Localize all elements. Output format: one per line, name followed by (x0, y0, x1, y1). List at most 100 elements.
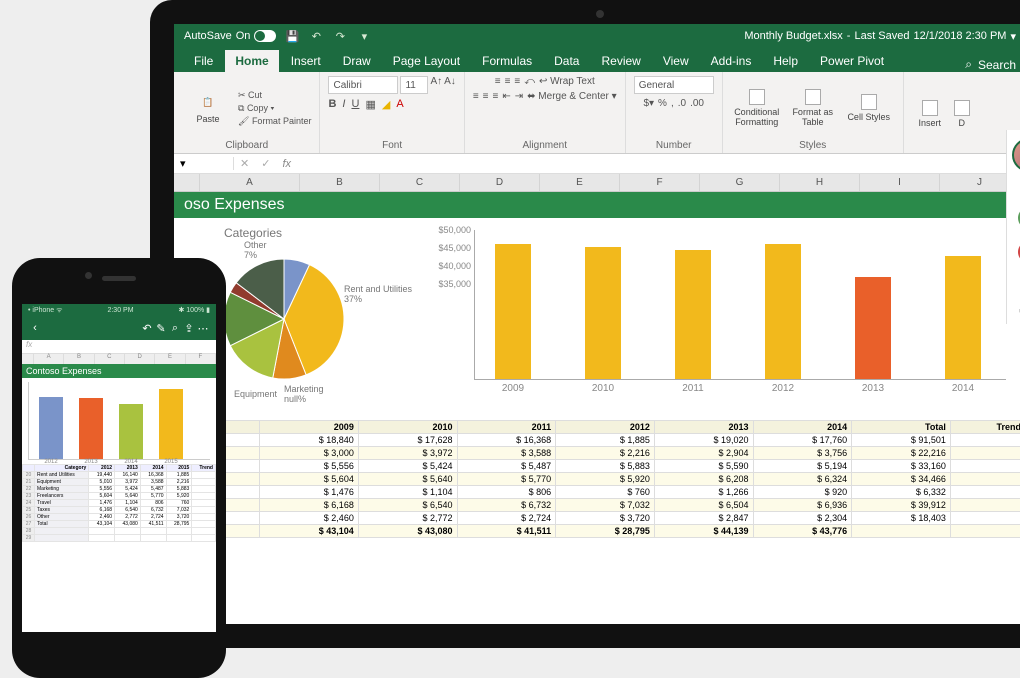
qat-dropdown-icon[interactable]: ▾ (356, 30, 372, 43)
user-avatar[interactable] (1012, 138, 1020, 172)
tab-draw[interactable]: Draw (333, 50, 381, 72)
select-all-corner[interactable] (174, 174, 200, 191)
x-tick: 2011 (682, 383, 704, 394)
pie-label: Other7% (244, 240, 267, 260)
number-format-dropdown[interactable]: General (634, 76, 714, 94)
col-header[interactable]: G (700, 174, 780, 191)
tab-page-layout[interactable]: Page Layout (383, 50, 470, 72)
bold-button[interactable]: B (328, 98, 336, 111)
format-as-table-button[interactable]: Format as Table (787, 89, 839, 127)
tab-insert[interactable]: Insert (281, 50, 331, 72)
font-size-dropdown[interactable]: 11 (400, 76, 428, 94)
inc-decimal-icon[interactable]: .0 (678, 98, 686, 109)
y-tick: $35,000 (438, 279, 475, 289)
tab-file[interactable]: File (184, 50, 223, 72)
align-top-icon[interactable]: ≡ (495, 76, 501, 87)
undo-icon[interactable]: ↶ (308, 30, 324, 43)
indent-left-icon[interactable]: ⇤ (502, 91, 510, 102)
align-mid-icon[interactable]: ≡ (505, 76, 511, 87)
share-icon[interactable]: ⇪ (182, 322, 196, 335)
expense-table[interactable]: 200920102011201220132014TotalTrendUtilit… (174, 420, 1020, 538)
mobile-fx-bar[interactable]: fx (22, 340, 216, 354)
pie-label: Equipment (234, 389, 277, 399)
tab-view[interactable]: View (653, 50, 699, 72)
search-icon[interactable]: ⌕ (168, 322, 182, 335)
ribbon-group-styles: Conditional Formatting Format as Table C… (723, 72, 904, 153)
col-header[interactable]: D (460, 174, 540, 191)
ribbon-group-font: Calibri 11 A↑ A↓ B I U ▦ ◢ A Font (320, 72, 464, 153)
fx-icon[interactable]: fx (276, 158, 297, 170)
col-header[interactable]: A (200, 174, 300, 191)
comma-icon[interactable]: , (671, 98, 674, 109)
indent-right-icon[interactable]: ⇥ (515, 91, 523, 102)
tab-formulas[interactable]: Formulas (472, 50, 542, 72)
font-name-dropdown[interactable]: Calibri (328, 76, 398, 94)
excel-mobile: • iPhone ᯤ 2:30 PM ✱ 100% ▮ ‹ ↶ ✎ ⌕ ⇪ ⋯ … (22, 304, 216, 632)
format-painter-button[interactable]: 🖌 Format Painter (238, 116, 311, 127)
mobile-sheet-title: Contoso Expenses (22, 364, 216, 378)
tab-add-ins[interactable]: Add-ins (701, 50, 762, 72)
tab-help[interactable]: Help (763, 50, 808, 72)
draw-icon[interactable]: ✎ (154, 322, 168, 335)
wrap-text-button[interactable]: ↩ Wrap Text (539, 76, 595, 87)
dec-decimal-icon[interactable]: .00 (690, 98, 704, 109)
cut-button[interactable]: ✂ Cut (238, 90, 311, 101)
search-icon[interactable]: ⌕ (965, 57, 972, 72)
enter-formula-icon[interactable]: ✓ (255, 157, 276, 170)
undo-icon[interactable]: ↶ (140, 322, 154, 335)
name-box[interactable]: ▾ (174, 157, 234, 170)
y-tick: $45,000 (438, 243, 475, 253)
ribbon-tabs: FileHomeInsertDrawPage LayoutFormulasDat… (174, 48, 1020, 72)
tab-power-pivot[interactable]: Power Pivot (810, 50, 894, 72)
cancel-formula-icon[interactable]: ✕ (234, 157, 255, 170)
redo-icon[interactable]: ↷ (332, 30, 348, 43)
conditional-formatting-button[interactable]: Conditional Formatting (731, 89, 783, 127)
copy-button[interactable]: ⧉ Copy ▾ (238, 103, 311, 114)
align-center-icon[interactable]: ≡ (483, 91, 489, 102)
group-label: Font (328, 140, 455, 151)
grow-font-icon[interactable]: A↑ (430, 76, 442, 94)
autosave-toggle[interactable]: AutoSave On (184, 30, 276, 42)
underline-button[interactable]: U (351, 98, 359, 111)
insert-cells-button[interactable]: Insert (912, 100, 948, 128)
font-color-icon[interactable]: A (396, 98, 403, 111)
paste-button[interactable]: 📋 Paste (182, 92, 234, 124)
align-bot-icon[interactable]: ≡ (514, 76, 520, 87)
tab-home[interactable]: Home (225, 50, 278, 72)
col-header[interactable]: I (860, 174, 940, 191)
more-icon[interactable]: ⋯ (196, 322, 210, 335)
search-label[interactable]: Search (978, 58, 1016, 72)
bar (585, 247, 621, 379)
save-icon[interactable]: 💾 (284, 30, 300, 43)
formula-bar: ▾ ✕ ✓ fx (174, 154, 1020, 174)
cell-styles-button[interactable]: Cell Styles (843, 94, 895, 122)
orientation-icon[interactable]: ⤺ (524, 76, 535, 87)
mobile-table[interactable]: Category2012201320142015Trend20Rent and … (22, 464, 216, 542)
chevron-down-icon[interactable]: ▾ (1010, 30, 1016, 43)
autosave-switch-icon[interactable] (254, 30, 276, 42)
shrink-font-icon[interactable]: A↓ (444, 76, 456, 94)
align-right-icon[interactable]: ≡ (493, 91, 499, 102)
currency-icon[interactable]: $▾ (643, 98, 654, 109)
align-left-icon[interactable]: ≡ (473, 91, 479, 102)
col-header[interactable]: E (540, 174, 620, 191)
back-icon[interactable]: ‹ (28, 322, 42, 334)
italic-button[interactable]: I (342, 98, 345, 111)
collaboration-panel: ✉ S KL FN ▭ Sl (1006, 130, 1020, 324)
percent-icon[interactable]: % (658, 98, 667, 109)
col-header[interactable]: F (620, 174, 700, 191)
cond-format-icon (749, 89, 765, 105)
merge-center-button[interactable]: ⬌ Merge & Center ▾ (527, 91, 617, 102)
fill-color-icon[interactable]: ◢ (382, 98, 390, 111)
col-header[interactable]: H (780, 174, 860, 191)
tab-data[interactable]: Data (544, 50, 589, 72)
bar (495, 244, 531, 379)
x-tick: 2013 (862, 383, 884, 394)
col-header[interactable]: C (380, 174, 460, 191)
worksheet-area[interactable]: oso Expenses Categories Other7%Rent and … (174, 192, 1020, 624)
col-header[interactable]: B (300, 174, 380, 191)
bar-chart: $50,000$45,000$40,000$35,000200920102011… (434, 226, 1016, 394)
tab-review[interactable]: Review (591, 50, 650, 72)
border-icon[interactable]: ▦ (365, 98, 375, 111)
delete-cells-button[interactable]: D (952, 100, 972, 128)
